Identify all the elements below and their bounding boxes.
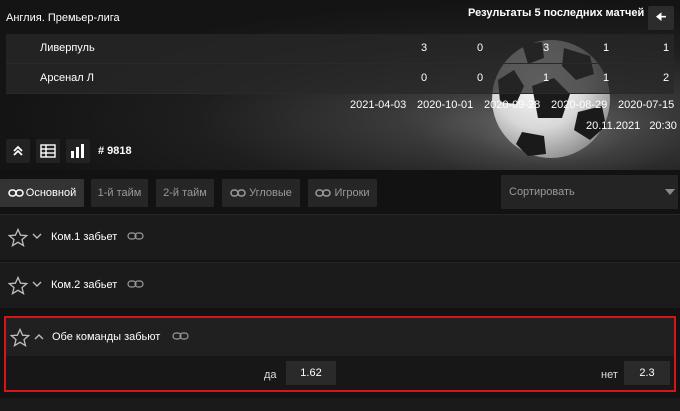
league-title: Англия. Премьер-лига bbox=[6, 12, 120, 24]
tab-label: 2-й тайм bbox=[163, 187, 207, 199]
match-time: 20:30 bbox=[649, 120, 677, 132]
tab-label: Игроки bbox=[334, 187, 370, 199]
link-icon bbox=[172, 332, 189, 340]
odd-button-no[interactable]: 2.3 bbox=[624, 361, 670, 385]
tab-label: 1-й тайм bbox=[97, 187, 142, 199]
collapse-button[interactable] bbox=[6, 139, 30, 163]
sort-dropdown[interactable]: Сортировать bbox=[501, 175, 678, 209]
tab-label: Основной bbox=[25, 187, 77, 199]
score-cell: 1 bbox=[602, 72, 610, 84]
tab-label: Угловые bbox=[249, 187, 292, 199]
outcome-label: да bbox=[264, 369, 277, 381]
date-label: 2020-07-15 bbox=[618, 99, 675, 111]
table-view-button[interactable] bbox=[36, 139, 60, 163]
arrow-left-icon: 🠈 bbox=[655, 9, 667, 24]
link-icon bbox=[8, 189, 24, 197]
score-cell: 3 bbox=[542, 42, 550, 54]
score-cell: 0 bbox=[476, 72, 484, 84]
market-title: Обе команды забьют bbox=[52, 331, 161, 343]
team-row: Ливерпуль 3 0 3 1 1 bbox=[6, 34, 674, 64]
odd-value: 2.3 bbox=[639, 367, 655, 379]
score-cell: 1 bbox=[542, 72, 550, 84]
tab-corners[interactable]: Угловые bbox=[222, 179, 300, 207]
header-toolbar: # 9818 bbox=[6, 138, 132, 164]
double-chevron-up-icon bbox=[13, 145, 23, 156]
odd-value: 1.62 bbox=[300, 367, 322, 379]
score-cell: 2 bbox=[662, 72, 670, 84]
date-label: 2020-08-29 bbox=[551, 99, 608, 111]
link-icon bbox=[230, 189, 246, 197]
date-label: 2021-04-03 bbox=[350, 99, 407, 111]
score-cell: 0 bbox=[476, 42, 484, 54]
star-icon[interactable] bbox=[10, 328, 30, 348]
tab-second-half[interactable]: 2-й тайм bbox=[156, 179, 214, 207]
tab-first-half[interactable]: 1-й тайм bbox=[91, 179, 148, 207]
bar-chart-icon bbox=[71, 144, 84, 158]
sort-label: Сортировать bbox=[509, 186, 575, 198]
chevron-down-icon[interactable] bbox=[32, 232, 42, 240]
market-title: Ком.2 забьет bbox=[51, 279, 118, 291]
back-button[interactable]: 🠈 bbox=[648, 6, 674, 30]
star-icon[interactable] bbox=[8, 228, 28, 248]
team-row: Арсенал Л 0 0 1 1 2 bbox=[6, 64, 674, 94]
market-row[interactable]: Ком.2 забьет bbox=[0, 262, 680, 308]
score-cell: 3 bbox=[420, 42, 428, 54]
team-name: Ливерпуль bbox=[40, 42, 95, 54]
market-both-teams-score: Обе команды забьют да 1.62 нет 2.3 bbox=[4, 316, 676, 392]
next-market-edge bbox=[0, 398, 680, 411]
match-id: # 9818 bbox=[98, 145, 132, 157]
chevron-up-icon[interactable] bbox=[34, 333, 44, 341]
tab-players[interactable]: Игроки bbox=[308, 179, 377, 207]
link-icon bbox=[127, 232, 144, 240]
stats-button[interactable] bbox=[66, 139, 90, 163]
outcome-label: нет bbox=[601, 369, 618, 381]
market-outcomes: да 1.62 нет 2.3 bbox=[6, 356, 674, 390]
date-label: 2020-09-28 bbox=[484, 99, 541, 111]
date-label: 2020-10-01 bbox=[417, 99, 474, 111]
odd-button-yes[interactable]: 1.62 bbox=[286, 361, 336, 385]
star-icon[interactable] bbox=[8, 276, 28, 296]
score-cell: 1 bbox=[602, 42, 610, 54]
team-name: Арсенал Л bbox=[40, 72, 94, 84]
market-title: Ком.1 забьет bbox=[51, 231, 118, 243]
score-cell: 1 bbox=[662, 42, 670, 54]
match-date: 20.11.2021 bbox=[586, 120, 641, 132]
chevron-down-icon[interactable] bbox=[32, 280, 42, 288]
market-header[interactable]: Обе команды забьют bbox=[6, 318, 674, 356]
tab-main[interactable]: Основной bbox=[0, 179, 84, 207]
link-icon bbox=[127, 280, 144, 288]
results-title: Результаты 5 последних матчей bbox=[468, 7, 645, 19]
link-icon bbox=[315, 189, 332, 197]
market-row[interactable]: Ком.1 забьет bbox=[0, 214, 680, 260]
match-header: Англия. Премьер-лига Результаты 5 послед… bbox=[0, 0, 680, 170]
caret-down-icon bbox=[665, 189, 675, 195]
score-cell: 0 bbox=[420, 72, 428, 84]
match-datetime: 20.11.2021 20:30 bbox=[586, 120, 677, 132]
table-icon bbox=[40, 144, 56, 158]
